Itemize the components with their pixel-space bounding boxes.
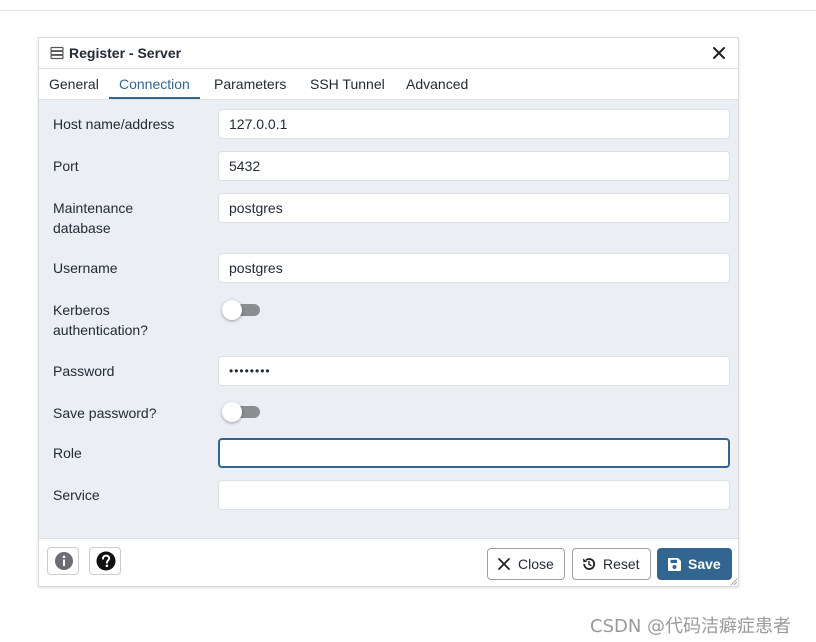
dialog-footer: Close Reset Save	[39, 538, 738, 586]
close-icon[interactable]	[710, 44, 728, 62]
dialog-titlebar[interactable]: Register - Server	[39, 38, 738, 69]
tab-parameters[interactable]: Parameters	[204, 69, 296, 99]
tab-connection[interactable]: Connection	[109, 69, 200, 99]
kerberos-toggle-knob	[222, 300, 242, 320]
resize-grip-icon[interactable]	[729, 577, 737, 585]
kerberos-label: Kerberos authentication?	[53, 300, 148, 340]
username-label: Username	[53, 260, 118, 276]
save-password-toggle[interactable]	[222, 402, 260, 422]
port-label: Port	[53, 158, 79, 174]
host-label: Host name/address	[53, 116, 175, 132]
question-icon	[96, 551, 116, 571]
maintenance-db-label-line2: database	[53, 220, 111, 236]
tab-general[interactable]: General	[39, 69, 109, 99]
tab-ssh-tunnel[interactable]: SSH Tunnel	[300, 69, 395, 99]
kerberos-toggle[interactable]	[222, 300, 260, 320]
port-input[interactable]: 5432	[218, 151, 730, 181]
maintenance-db-label-line1: Maintenance	[53, 200, 134, 216]
kerberos-label-line1: Kerberos	[53, 302, 110, 318]
reset-icon	[583, 558, 596, 570]
service-input[interactable]	[218, 480, 730, 510]
host-input[interactable]: 127.0.0.1	[218, 109, 730, 139]
tab-advanced[interactable]: Advanced	[396, 69, 478, 99]
close-button-label: Close	[518, 556, 554, 572]
kerberos-label-line2: authentication?	[53, 322, 148, 338]
help-button[interactable]	[89, 547, 121, 575]
close-button[interactable]: Close	[487, 548, 565, 580]
username-input[interactable]: postgres	[218, 253, 730, 283]
top-divider	[0, 10, 816, 11]
dialog-title: Register - Server	[69, 45, 182, 61]
save-button-label: Save	[688, 556, 721, 572]
service-label: Service	[53, 487, 100, 503]
watermark: CSDN @代码洁癖症患者	[590, 616, 792, 637]
info-button[interactable]	[47, 547, 79, 575]
reset-button-label: Reset	[603, 556, 640, 572]
role-input[interactable]	[218, 438, 730, 468]
password-input[interactable]: ••••••••	[218, 356, 730, 386]
reset-button[interactable]: Reset	[572, 548, 651, 580]
save-password-toggle-knob	[222, 402, 242, 422]
save-password-label: Save password?	[53, 405, 157, 421]
save-button[interactable]: Save	[657, 548, 732, 580]
info-icon	[55, 552, 73, 570]
server-icon	[50, 46, 64, 60]
save-icon	[668, 558, 681, 571]
tab-bar: General Connection Parameters SSH Tunnel…	[39, 69, 738, 100]
maintenance-db-label: Maintenance database	[53, 198, 133, 238]
register-server-dialog: Register - Server General Connection Par…	[38, 37, 739, 587]
role-label: Role	[53, 445, 82, 461]
close-icon	[498, 558, 510, 570]
maintenance-db-input[interactable]: postgres	[218, 193, 730, 223]
password-label: Password	[53, 363, 115, 379]
